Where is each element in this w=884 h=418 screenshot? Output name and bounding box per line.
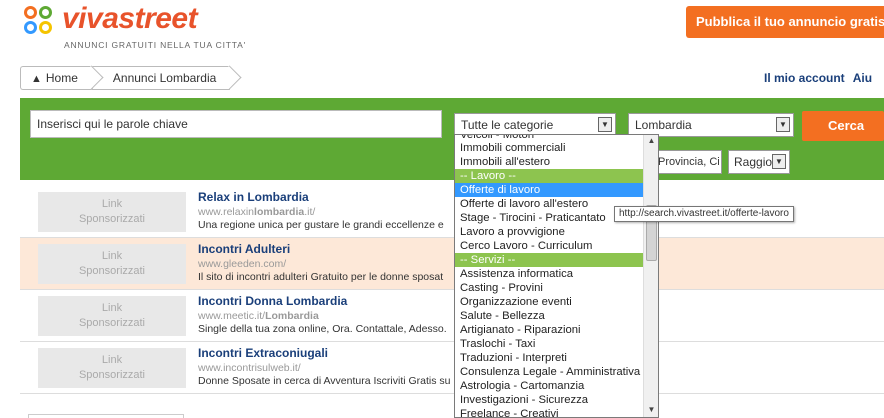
ad-description: Una regione unica per gustare le grandi … xyxy=(198,219,444,231)
page: vivastreet ANNUNCI GRATUITI NELLA TUA CI… xyxy=(0,0,884,418)
dropdown-group-header: -- Lavoro -- xyxy=(455,169,658,183)
ad-description: Donne Sposate in cerca di Avventura Iscr… xyxy=(198,375,451,387)
next-sponsor-box xyxy=(28,414,184,418)
breadcrumb-home[interactable]: ▲ Home xyxy=(20,65,104,90)
vivastreet-logo[interactable]: vivastreet ANNUNCI GRATUITI NELLA TUA CI… xyxy=(24,2,284,56)
dropdown-group-header: -- Servizi -- xyxy=(455,253,658,267)
breadcrumb-end xyxy=(217,65,242,90)
publish-ad-button[interactable]: Pubblica il tuo annuncio gratis xyxy=(686,6,884,38)
account-links: Il mio account Aiu xyxy=(764,71,880,85)
breadcrumb-current[interactable]: Annunci Lombardia xyxy=(91,65,242,90)
ad-url-part: www.gleeden.com/ xyxy=(198,258,287,270)
sponsored-links-badge: Link Sponsorizzati xyxy=(38,244,186,284)
my-account-link[interactable]: Il mio account xyxy=(764,71,845,85)
ad-url[interactable]: www.meetic.it/Lombardia xyxy=(198,310,319,322)
logo-tagline: ANNUNCI GRATUITI NELLA TUA CITTA' xyxy=(64,40,246,50)
dropdown-option[interactable]: Artigianato - Riparazioni xyxy=(455,323,658,337)
keyword-search-input[interactable] xyxy=(30,110,442,138)
dropdown-option[interactable]: Traduzioni - Interpreti xyxy=(455,351,658,365)
ad-url[interactable]: www.gleeden.com/ xyxy=(198,258,286,270)
sponsor-line1: Link xyxy=(101,354,123,366)
sponsor-line1: Link xyxy=(101,250,123,262)
province-input[interactable]: Provincia, Ci xyxy=(654,150,722,174)
breadcrumb-home-label: Home xyxy=(45,71,78,85)
dropdown-options: Immobili commerciali Immobili all'estero -… xyxy=(455,141,658,417)
ad-url-keyword: Lombardia xyxy=(265,310,319,322)
dropdown-option[interactable]: Astrologia - Cartomanzia xyxy=(455,379,658,393)
ad-url-part: www.relaxin xyxy=(198,206,255,218)
dropdown-option[interactable]: Consulenza Legale - Amministrativa xyxy=(455,365,658,379)
dropdown-option[interactable]: Casting - Provini xyxy=(455,281,658,295)
help-link[interactable]: Aiu xyxy=(853,71,872,85)
sponsored-links-badge: Link Sponsorizzati xyxy=(38,192,186,232)
dropdown-option[interactable]: Freelance - Creativi xyxy=(455,407,658,417)
home-icon: ▲ xyxy=(31,73,42,85)
radius-select-value: Raggio xyxy=(734,155,773,169)
dropdown-option[interactable]: Cerco Lavoro - Curriculum xyxy=(455,239,658,253)
sponsor-line1: Link xyxy=(101,302,123,314)
ad-title-link[interactable]: Incontri Extraconiugali xyxy=(198,346,328,360)
ad-title-link[interactable]: Relax in Lombardia xyxy=(198,190,309,204)
logo-wordmark: vivastreet xyxy=(62,2,198,35)
ad-description: Il sito di incontri adulteri Gratuito pe… xyxy=(198,271,444,283)
sponsored-links-badge: Link Sponsorizzati xyxy=(38,296,186,336)
ad-title-link[interactable]: Incontri Adulteri xyxy=(198,242,290,256)
ad-url-part: .it/ xyxy=(304,206,316,218)
sponsor-line2: Sponsorizzati xyxy=(78,369,146,381)
ad-row[interactable]: Link Sponsorizzati Incontri Adulteri www.gl… xyxy=(20,238,884,290)
dropdown-option[interactable]: Assistenza informatica xyxy=(455,267,658,281)
scroll-down-icon[interactable]: ▼ xyxy=(647,405,656,414)
ad-title-link[interactable]: Incontri Donna Lombardia xyxy=(198,294,347,308)
ad-description: Single della tua zona online, Ora. Conta… xyxy=(198,323,447,335)
sponsor-line2: Sponsorizzati xyxy=(78,265,146,277)
dropdown-scrollbar[interactable]: ▲ ▼ xyxy=(643,135,658,417)
dropdown-option[interactable]: Immobili all'estero xyxy=(455,155,658,169)
dropdown-option[interactable]: Salute - Bellezza xyxy=(455,309,658,323)
ad-url-keyword: lombardia xyxy=(254,206,305,218)
ad-url[interactable]: www.incontrisulweb.it/ xyxy=(198,362,301,374)
dropdown-option[interactable]: Traslochi - Taxi xyxy=(455,337,658,351)
dropdown-option[interactable]: Lavoro a provvigione xyxy=(455,225,658,239)
sponsor-line2: Sponsorizzati xyxy=(78,213,146,225)
radius-select[interactable]: Raggio ▼ xyxy=(728,150,790,174)
dropdown-option[interactable]: Organizzazione eventi xyxy=(455,295,658,309)
breadcrumb-current-label: Annunci Lombardia xyxy=(112,71,217,85)
chevron-down-icon: ▼ xyxy=(776,117,790,132)
ad-url[interactable]: www.relaxinlombardia.it/ xyxy=(198,206,315,218)
category-select-value: Tutte le categorie xyxy=(461,118,554,132)
search-button[interactable]: Cerca xyxy=(802,111,884,141)
breadcrumb: ▲ Home Annunci Lombardia xyxy=(20,65,242,90)
chevron-down-icon: ▼ xyxy=(772,154,786,169)
region-select-value: Lombardia xyxy=(635,118,692,132)
ad-url-part: www.meetic.it/ xyxy=(198,310,266,322)
ad-url-part: www.incontrisulweb.it/ xyxy=(198,362,301,374)
link-tooltip: http://search.vivastreet.it/offerte-lavo… xyxy=(614,206,794,222)
scroll-up-icon[interactable]: ▲ xyxy=(647,136,656,145)
ad-row[interactable]: Link Sponsorizzati Incontri Donna Lombardi… xyxy=(20,290,884,342)
sponsored-links-badge: Link Sponsorizzati xyxy=(38,348,186,388)
dropdown-option[interactable]: Offerte di lavoro xyxy=(455,183,658,197)
sponsor-line2: Sponsorizzati xyxy=(78,317,146,329)
ad-row[interactable]: Link Sponsorizzati Incontri Extraconiugali… xyxy=(20,342,884,394)
dropdown-option[interactable]: Investigazioni - Sicurezza xyxy=(455,393,658,407)
sponsor-line1: Link xyxy=(101,198,123,210)
category-dropdown-list[interactable]: Veicoli - Motori Immobili commerciali Imm… xyxy=(454,134,659,418)
chevron-down-icon: ▼ xyxy=(598,117,612,132)
logo-circles-icon xyxy=(24,6,56,38)
dropdown-option[interactable]: Immobili commerciali xyxy=(455,141,658,155)
